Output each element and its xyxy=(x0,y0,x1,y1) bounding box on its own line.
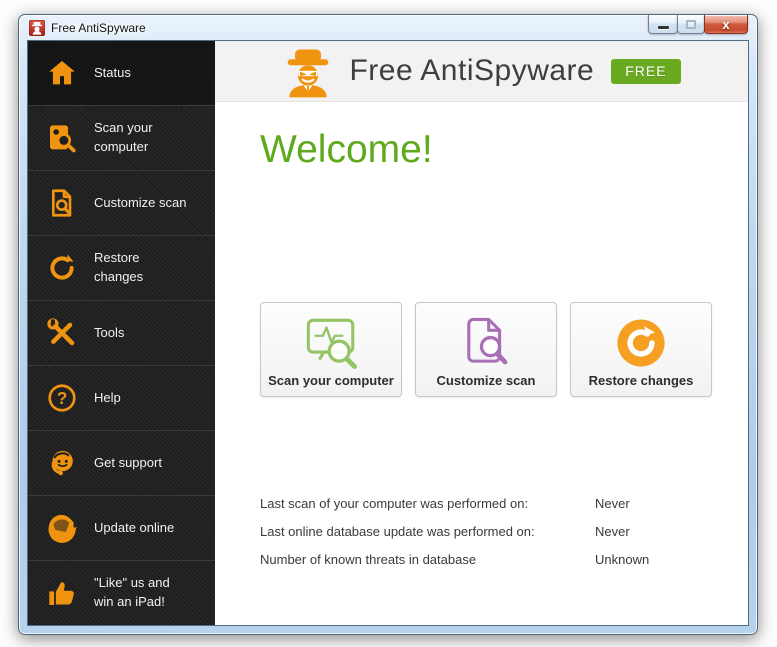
spy-logo-icon xyxy=(288,48,329,97)
restore-circle-icon xyxy=(617,319,665,367)
scan-your-computer-button[interactable]: Scan your computer xyxy=(260,302,402,397)
restore-changes-button[interactable]: Restore changes xyxy=(570,302,712,397)
sidebar-item-update-online[interactable]: Update online xyxy=(28,496,215,561)
restore-arrows-icon xyxy=(50,254,74,280)
document-scan-icon xyxy=(52,189,72,217)
close-icon: x xyxy=(722,16,730,32)
maximize-button[interactable] xyxy=(677,15,705,34)
window-content: Status Scan your computer Customize scan… xyxy=(27,40,749,626)
app-window: Free AntiSpyware x Status Scan your comp… xyxy=(18,14,758,635)
help-icon: ? xyxy=(48,384,76,412)
status-label: Last online database update was performe… xyxy=(260,524,535,539)
sidebar-item-label: "Like" us and win an iPad! xyxy=(94,575,170,609)
sidebar-item-label: Restore changes xyxy=(94,250,144,284)
sidebar-item-get-support[interactable]: Get support xyxy=(28,431,215,496)
action-button-label: Customize scan xyxy=(436,373,536,388)
window-title: Free AntiSpyware xyxy=(51,20,146,35)
status-value: Never xyxy=(595,496,630,511)
support-headset-icon xyxy=(51,450,73,476)
action-button-label: Restore changes xyxy=(588,373,694,388)
thumbs-up-icon xyxy=(49,582,74,605)
sidebar-item-like-us[interactable]: "Like" us and win an iPad! xyxy=(28,561,215,625)
sidebar-item-status[interactable]: Status xyxy=(28,41,215,106)
sidebar-item-label: Status xyxy=(94,64,131,80)
sidebar: Status Scan your computer Customize scan… xyxy=(28,41,215,625)
status-value: Never xyxy=(595,524,630,539)
app-header: Free AntiSpyware FREE xyxy=(215,41,748,102)
document-scan-icon xyxy=(467,317,508,365)
window-controls: x xyxy=(648,15,748,34)
sidebar-item-label: Update online xyxy=(94,519,175,535)
app-icon xyxy=(29,19,45,36)
sidebar-item-label: Help xyxy=(94,389,121,405)
status-row-last-update: Last online database update was performe… xyxy=(260,524,740,539)
tools-icon xyxy=(47,318,75,346)
page-body: Welcome! Scan your computer Customize sc… xyxy=(215,102,748,625)
main-panel: Free AntiSpyware FREE Welcome! Scan your… xyxy=(215,41,748,625)
sidebar-item-tools[interactable]: Tools xyxy=(28,301,215,366)
action-button-label: Scan your computer xyxy=(268,373,394,388)
minimize-button[interactable] xyxy=(648,15,678,34)
status-label: Last scan of your computer was performed… xyxy=(260,496,529,511)
update-globe-icon xyxy=(48,514,77,543)
app-title: Free AntiSpyware xyxy=(349,54,595,87)
action-buttons-row: Scan your computer Customize scan Restor… xyxy=(260,302,712,397)
sidebar-item-restore-changes[interactable]: Restore changes xyxy=(28,236,215,301)
sidebar-item-label: Scan your computer xyxy=(94,120,153,154)
home-icon xyxy=(49,61,75,85)
customize-scan-button[interactable]: Customize scan xyxy=(415,302,557,397)
sidebar-item-label: Tools xyxy=(94,324,125,340)
close-button[interactable]: x xyxy=(704,15,748,34)
status-value: Unknown xyxy=(595,552,650,567)
sidebar-item-help[interactable]: ? Help xyxy=(28,366,215,431)
minimize-icon xyxy=(657,25,669,29)
sidebar-item-scan-your-computer[interactable]: Scan your computer xyxy=(28,106,215,171)
svg-text:?: ? xyxy=(57,388,68,408)
sidebar-item-customize-scan[interactable]: Customize scan xyxy=(28,171,215,236)
status-row-last-scan: Last scan of your computer was performed… xyxy=(260,496,740,511)
status-list: Last scan of your computer was performed… xyxy=(260,496,740,580)
status-label: Number of known threats in database xyxy=(260,552,477,567)
drive-scan-icon xyxy=(50,125,76,153)
sidebar-item-label: Get support xyxy=(94,454,162,470)
monitor-scan-icon xyxy=(306,318,358,370)
welcome-heading: Welcome! xyxy=(260,128,433,171)
titlebar[interactable]: Free AntiSpyware xyxy=(19,15,757,40)
status-row-threats: Number of known threats in database Unkn… xyxy=(260,552,740,567)
free-badge: FREE xyxy=(611,58,681,84)
maximize-icon xyxy=(686,19,696,29)
sidebar-item-label: Customize scan xyxy=(94,194,187,210)
